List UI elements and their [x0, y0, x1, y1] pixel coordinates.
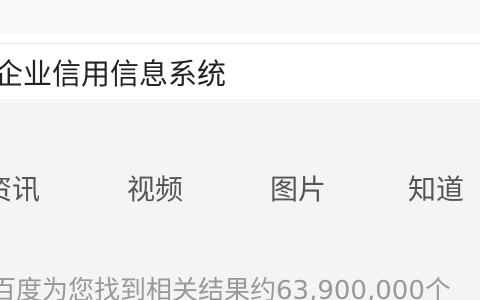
search-results-page: 企业信用信息系统 资讯 视频 图片 知道 百度为您找到相关结果约63,900,0…: [0, 0, 480, 300]
result-count: 百度为您找到相关结果约63,900,000个: [0, 276, 451, 300]
results-area: 百度为您找到相关结果约63,900,000个: [0, 234, 480, 300]
tab-zhidao[interactable]: 知道: [408, 173, 464, 207]
top-bar: [0, 0, 480, 34]
search-tabs: 资讯 视频 图片 知道: [0, 146, 480, 234]
divider-strip: [0, 102, 480, 146]
tab-news[interactable]: 资讯: [0, 173, 40, 207]
tab-images[interactable]: 图片: [270, 173, 326, 207]
search-bar[interactable]: 企业信用信息系统: [0, 43, 480, 101]
tab-video[interactable]: 视频: [127, 173, 183, 207]
search-input[interactable]: 企业信用信息系统: [0, 57, 226, 91]
